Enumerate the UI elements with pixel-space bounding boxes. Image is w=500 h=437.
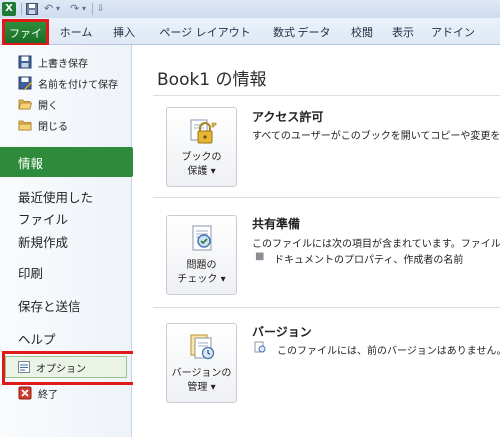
nav-tab-help-label: ヘルプ: [18, 331, 56, 347]
customize-qat-icon[interactable]: ⇩: [97, 1, 105, 17]
save-icon: [18, 55, 32, 69]
qat-separator: [21, 3, 22, 15]
nav-tab-print[interactable]: 印刷: [0, 260, 132, 284]
nav-tab-help[interactable]: ヘルプ: [0, 326, 132, 350]
close-label: 閉じる: [38, 121, 68, 133]
nav-tab-new-label: 新規作成: [18, 234, 69, 250]
undo-dropdown-icon[interactable]: ▾: [56, 1, 60, 17]
nav-tab-new[interactable]: 新規作成: [0, 229, 132, 253]
open-command[interactable]: 開く: [4, 94, 128, 114]
lock-icon: [190, 119, 217, 144]
manage-versions-button[interactable]: バージョンの 管理 ▾: [166, 323, 237, 403]
manage-versions-label-line2: 管理 ▾: [187, 382, 216, 393]
nav-tab-info-label: 情報: [18, 155, 44, 171]
nav-tab-recent-label-line1: 最近使用した: [18, 190, 94, 205]
protect-workbook-button[interactable]: ブックの 保護 ▾: [166, 107, 237, 187]
tab-view[interactable]: 表示: [385, 23, 421, 45]
prepare-sharing-description: このファイルには次の項目が含まれています。ファイルの共: [252, 239, 500, 250]
manage-versions-label-line1: バージョンの: [171, 368, 232, 379]
prepare-sharing-title: 共有準備: [252, 217, 301, 231]
open-label: 開く: [38, 100, 58, 112]
excel-logo-icon: X: [2, 2, 16, 16]
nav-tab-recent-label-line2: ファイル: [18, 212, 69, 227]
page-title: Book1 の情報: [157, 70, 267, 90]
options-label: オプション: [36, 363, 86, 375]
save-command[interactable]: 上書き保存: [4, 52, 128, 72]
quick-access-toolbar: X ↶ ▾ ↷ ▾ ⇩: [0, 0, 500, 18]
versions-title: バージョン: [252, 325, 312, 339]
prepare-sharing-item: ドキュメントのプロパティ、作成者の名前: [274, 255, 464, 266]
tab-page-layout[interactable]: ページ レイアウト: [150, 23, 260, 45]
save-label: 上書き保存: [38, 58, 88, 70]
versions-description: このファイルには、前のバージョンはありません。: [277, 346, 500, 357]
nav-tab-print-label: 印刷: [18, 265, 44, 281]
exit-label: 終了: [38, 389, 58, 401]
open-folder-icon: [18, 99, 32, 110]
close-command[interactable]: 閉じる: [4, 115, 128, 135]
divider: [153, 95, 500, 96]
nav-tab-recent[interactable]: 最近使用した ファイル: [0, 185, 132, 227]
check-issues-label-line1: 問題の: [186, 260, 217, 271]
tab-file[interactable]: ファイル: [3, 20, 48, 63]
permissions-description: すべてのユーザーがこのブックを開いてコピーや変更を行う: [252, 131, 500, 142]
exit-command[interactable]: 終了: [4, 383, 128, 403]
tab-review[interactable]: 校閲: [342, 23, 382, 45]
divider: [153, 307, 500, 308]
tab-addins[interactable]: アドイン: [426, 23, 480, 45]
exit-icon: [18, 386, 32, 400]
save-as-command[interactable]: 名前を付けて保存: [4, 73, 128, 93]
close-folder-icon: [18, 120, 32, 131]
protect-workbook-label-line2: 保護 ▾: [187, 166, 216, 177]
ribbon-tab-bar: ファイル ホーム 挿入 ページ レイアウト 数式 データ 校閲 表示 アドイン: [0, 18, 500, 63]
protect-workbook-label-line1: ブックの: [181, 152, 222, 163]
nav-tab-save-send-label: 保存と送信: [18, 298, 81, 314]
nav-tab-info[interactable]: 情報: [0, 147, 141, 177]
redo-dropdown-icon[interactable]: ▾: [82, 1, 86, 17]
options-command[interactable]: オプション: [5, 356, 127, 378]
undo-icon[interactable]: ↶: [44, 1, 53, 17]
tab-home[interactable]: ホーム: [55, 23, 97, 45]
check-issues-label-line2: チェック ▾: [177, 274, 226, 285]
save-as-label: 名前を付けて保存: [38, 79, 118, 91]
options-icon: [18, 361, 30, 373]
versions-icon: [190, 334, 215, 360]
qat-separator: [92, 3, 93, 15]
tab-insert[interactable]: 挿入: [106, 23, 142, 45]
bullet-square-icon: ■: [255, 251, 265, 262]
redo-icon[interactable]: ↷: [70, 1, 79, 17]
save-icon[interactable]: [26, 3, 38, 15]
backstage-nav: 上書き保存 名前を付けて保存 開く 閉じる 情報 最近使用した ファイル 新規作…: [0, 45, 141, 437]
inspect-document-icon: [192, 225, 212, 251]
divider: [153, 197, 500, 198]
tab-data[interactable]: データ: [290, 23, 338, 45]
nav-tab-save-send[interactable]: 保存と送信: [0, 293, 132, 317]
permissions-title: アクセス許可: [252, 110, 324, 124]
version-status-icon: [254, 341, 266, 353]
info-pane: Book1 の情報 ブックの 保護 ▾ アクセス許可 すべてのユーザーがこのブッ…: [133, 45, 500, 437]
check-for-issues-button[interactable]: 問題の チェック ▾: [166, 215, 237, 295]
save-as-icon: [18, 76, 32, 90]
